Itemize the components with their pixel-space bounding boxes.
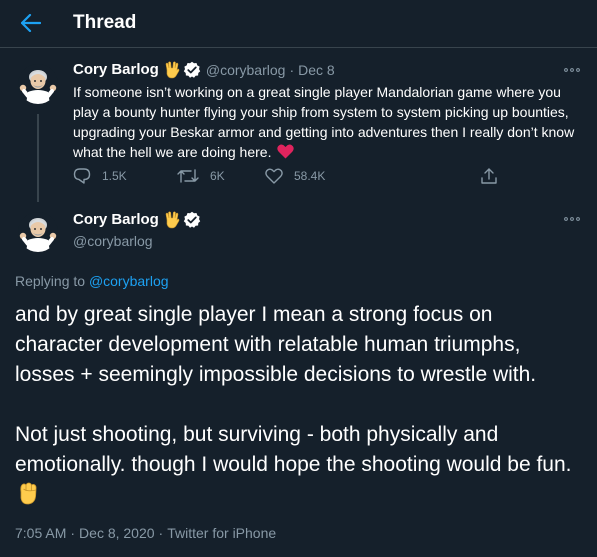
more-options-button[interactable] — [562, 213, 582, 225]
more-options-button[interactable] — [562, 64, 582, 76]
share-button[interactable] — [480, 167, 498, 185]
more-dots-icon — [564, 217, 580, 221]
focal-tweet-header: Cory Barlog — [73, 211, 201, 229]
retweet-button[interactable]: 6K — [177, 167, 225, 185]
parent-tweet-text: If someone isn’t working on a great sing… — [73, 82, 583, 162]
more-dots-icon — [564, 68, 580, 72]
tweet-date[interactable]: Dec 8 — [298, 61, 335, 79]
raised-fist-emoji — [20, 482, 37, 505]
vulcan-salute-emoji — [165, 211, 180, 229]
replying-to-label: Replying to — [15, 273, 89, 289]
tweet-full-date[interactable]: Dec 8, 2020 — [79, 525, 155, 541]
like-count: 58.4K — [294, 169, 326, 183]
vulcan-salute-emoji — [165, 61, 180, 79]
reply-button[interactable]: 1.5K — [73, 167, 127, 185]
tweet-time[interactable]: 7:05 AM — [15, 525, 66, 541]
retweet-icon — [177, 169, 199, 183]
replying-to: Replying to @corybarlog — [15, 272, 169, 290]
tweet-paragraph-2: Not just shooting, but surviving - both … — [15, 420, 585, 511]
user-handle[interactable]: @corybarlog — [73, 232, 153, 250]
tweet-text: If someone isn’t working on a great sing… — [73, 84, 575, 160]
tweet-source[interactable]: Twitter for iPhone — [167, 525, 276, 541]
tweet-paragraph-text: Not just shooting, but surviving - both … — [15, 423, 572, 476]
arrow-left-icon — [21, 14, 41, 32]
share-icon — [481, 168, 497, 184]
verified-badge-icon — [183, 61, 201, 78]
replying-to-link[interactable]: @corybarlog — [89, 273, 169, 289]
back-button[interactable] — [18, 10, 44, 36]
heart-outline-icon — [265, 168, 283, 184]
retweet-count: 6K — [210, 169, 225, 183]
thread-connector-line — [37, 114, 39, 202]
avatar[interactable] — [18, 212, 58, 252]
verified-badge-icon — [183, 211, 201, 228]
reply-icon — [73, 168, 91, 184]
reply-count: 1.5K — [102, 169, 127, 183]
avatar[interactable] — [18, 64, 58, 104]
focal-tweet-text: and by great single player I mean a stro… — [15, 300, 585, 511]
thread-header: Thread — [0, 0, 597, 48]
separator-dot: · — [289, 62, 295, 78]
memoji-shrug-avatar-image — [18, 212, 58, 252]
display-name[interactable]: Cory Barlog — [73, 61, 159, 79]
user-handle[interactable]: @corybarlog — [206, 61, 286, 79]
tweet-actions: 1.5K 6K 58.4K — [73, 167, 503, 187]
parent-tweet-header: Cory Barlog @corybarlog · Dec 8 — [73, 61, 335, 79]
heart-emoji — [277, 144, 295, 159]
tweet-meta: 7:05 AM · Dec 8, 2020 · Twitter for iPhone — [15, 524, 276, 542]
separator-dot: · — [158, 525, 164, 541]
display-name[interactable]: Cory Barlog — [73, 211, 159, 229]
separator-dot: · — [70, 525, 76, 541]
memoji-shrug-avatar-image — [18, 64, 58, 104]
page-title: Thread — [73, 12, 137, 33]
like-button[interactable]: 58.4K — [265, 167, 325, 185]
tweet-paragraph: and by great single player I mean a stro… — [15, 303, 537, 386]
